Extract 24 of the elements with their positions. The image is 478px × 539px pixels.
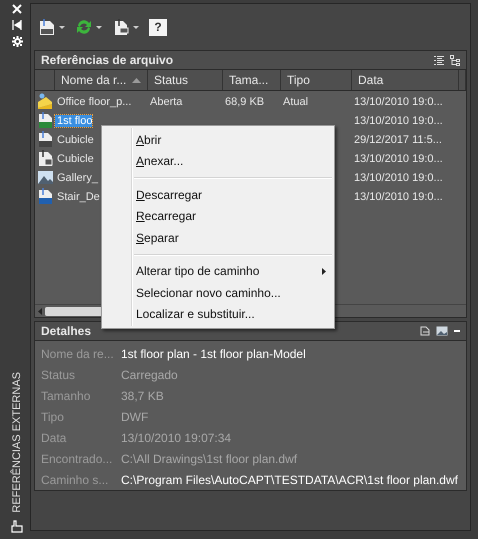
table-cell-text: 13/10/2010 19:0... <box>353 172 444 184</box>
table-cell-text: 29/12/2017 11:5... <box>353 134 443 146</box>
table-cell-text: 13/10/2010 19:0... <box>353 114 444 126</box>
field-value: Carregado <box>121 368 178 382</box>
field-label: Data <box>40 430 68 444</box>
table-cell-text: Atual <box>282 96 310 108</box>
panel-title: REFERÊNCIAS EXTERNAS <box>11 372 23 513</box>
field-value: 13/10/2010 19:07:34 <box>121 430 232 444</box>
field-label: Tamanho <box>40 388 92 402</box>
field-label: Tipo <box>40 410 65 424</box>
table-cell-text: 13/10/2010 19:0... <box>353 96 444 108</box>
panel-title: Referências de arquivo <box>41 53 174 67</box>
field-label: Nome da re... <box>40 346 115 360</box>
field-label: Encontrado... <box>40 452 114 466</box>
field-label: Status <box>40 368 76 382</box>
field-value: 38,7 KB <box>121 388 164 402</box>
table-cell-text: 13/10/2010 19:0... <box>353 152 444 164</box>
field-label: Caminho s... <box>40 472 110 486</box>
field-value: DWF <box>121 410 148 424</box>
table-cell-text: 13/10/2010 19:0... <box>353 190 444 202</box>
field-value: C:\All Drawings\1st floor plan.dwf <box>121 452 298 466</box>
panel-title: Detalhes <box>41 324 92 338</box>
table-cell-text: Aberta <box>149 96 184 108</box>
table-cell-text: 68,9 KB <box>224 96 266 108</box>
